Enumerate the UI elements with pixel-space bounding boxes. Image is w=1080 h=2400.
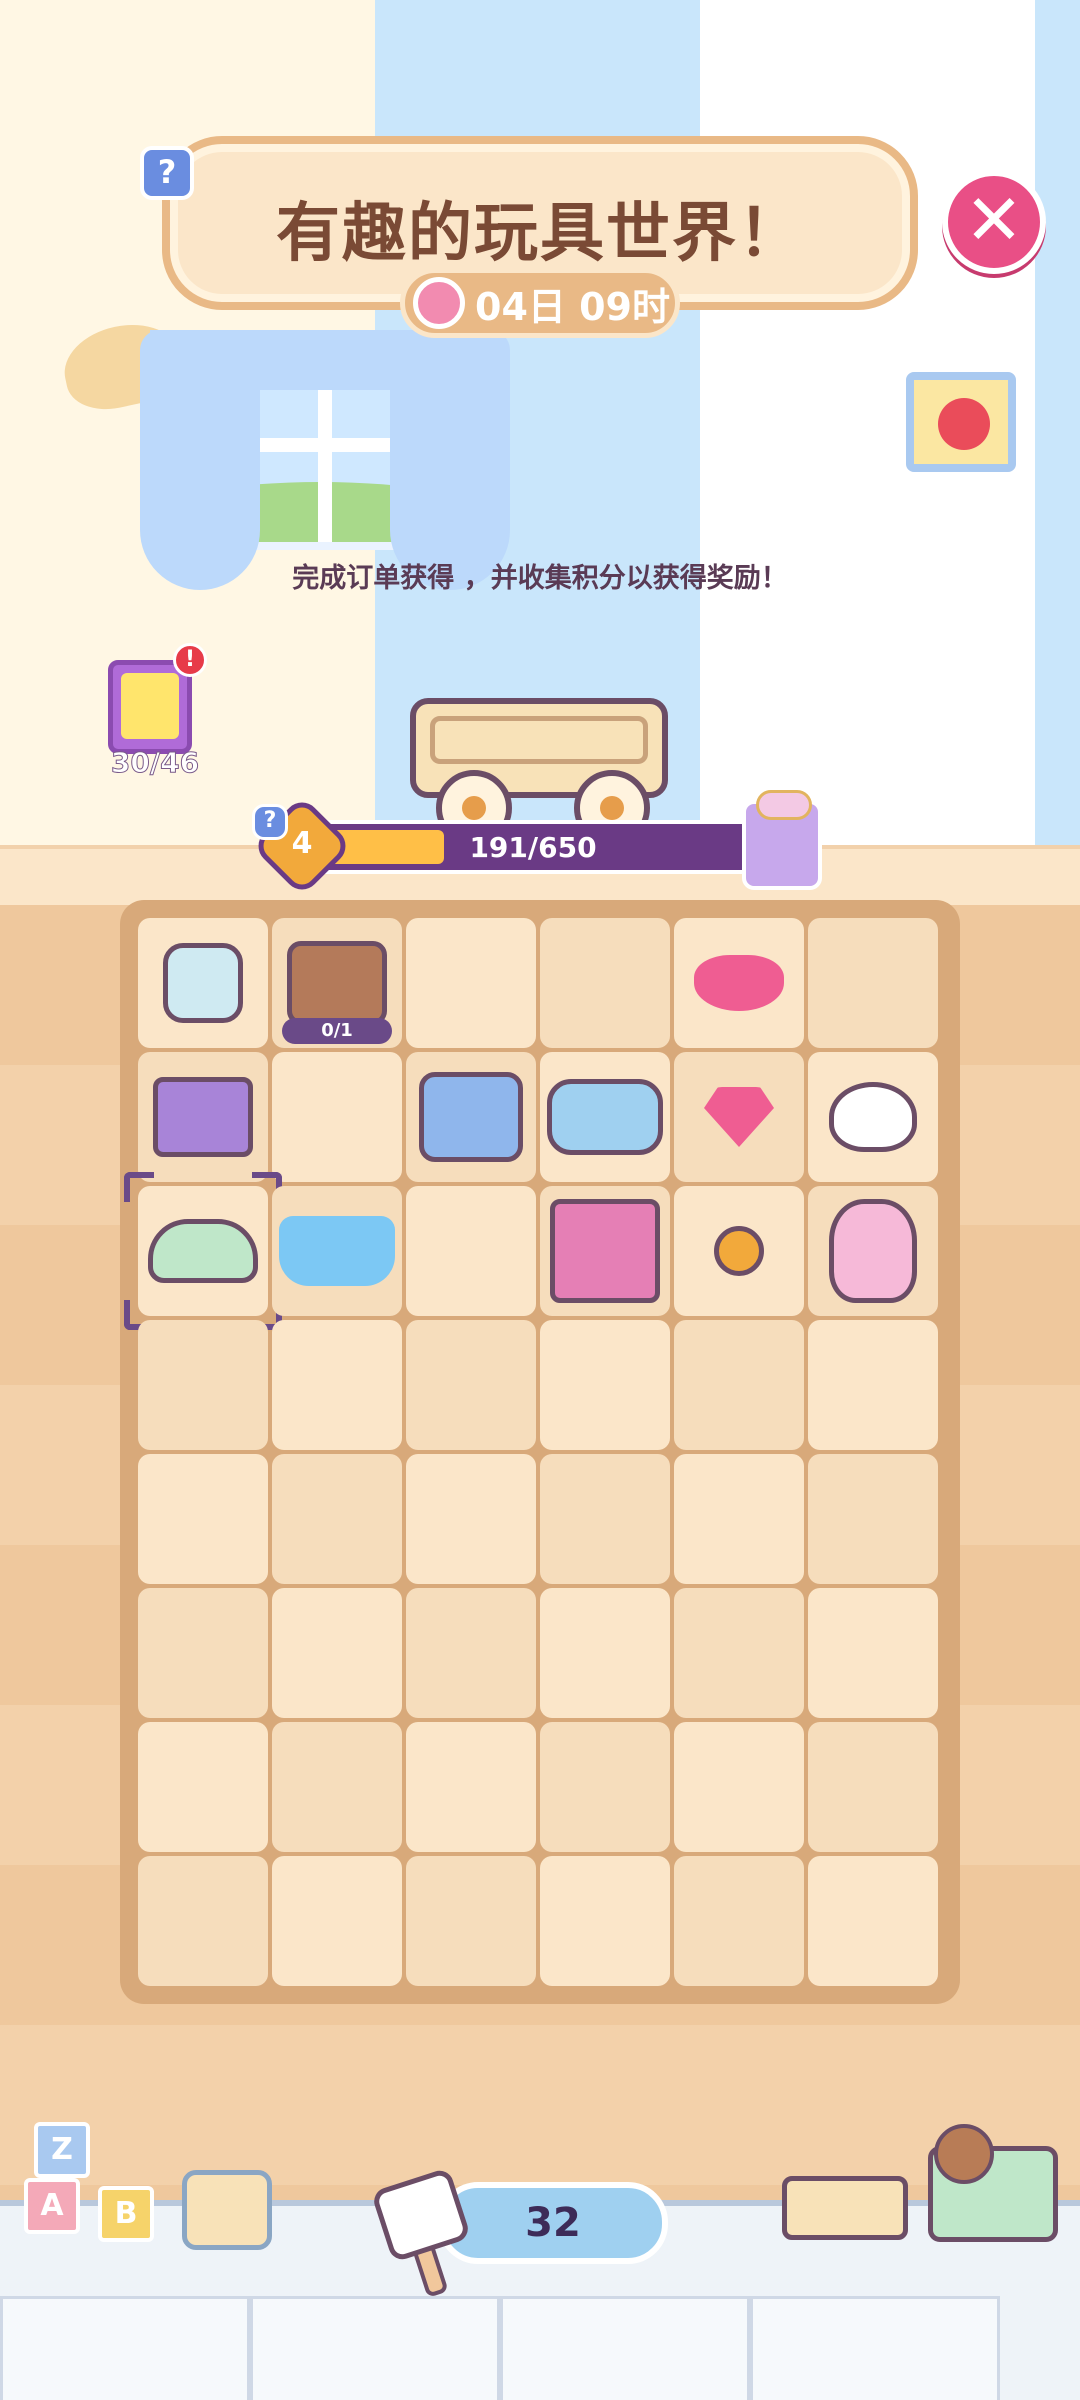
alert-badge: ! xyxy=(173,643,207,677)
board-cell[interactable] xyxy=(406,918,536,1048)
toy-car-icon[interactable] xyxy=(148,1219,258,1283)
board-cell[interactable] xyxy=(406,1722,536,1852)
board-cell[interactable] xyxy=(674,1186,804,1316)
teddy-bear-icon[interactable] xyxy=(829,1199,917,1303)
board-cell[interactable] xyxy=(138,1722,268,1852)
level-progress-text: 191/650 xyxy=(469,831,597,864)
toy-block-z: Z xyxy=(34,2122,90,2178)
board-cell[interactable]: 0/1 xyxy=(272,918,402,1048)
collection-count: 30/46 xyxy=(110,746,200,780)
bath-toy-icon[interactable] xyxy=(279,1216,395,1286)
page-title: 有趣的玩具世界！ xyxy=(276,197,804,271)
curtain-left xyxy=(140,330,260,590)
board-cell[interactable] xyxy=(808,1186,938,1316)
board-cell[interactable] xyxy=(138,1588,268,1718)
board-cell[interactable] xyxy=(808,1722,938,1852)
board-cell[interactable] xyxy=(272,1052,402,1182)
board-cell[interactable] xyxy=(406,1186,536,1316)
board-cell[interactable] xyxy=(808,1588,938,1718)
board-cell[interactable] xyxy=(406,1320,536,1450)
board-cell[interactable] xyxy=(138,1454,268,1584)
board-grid: 0/1 xyxy=(124,918,938,1986)
board-cell[interactable] xyxy=(540,1588,670,1718)
board-cell[interactable] xyxy=(138,1052,268,1182)
level-help-button[interactable]: ? xyxy=(252,804,288,840)
toy-bus-icon[interactable] xyxy=(547,1079,663,1155)
toy-bear-decoration xyxy=(934,2124,994,2184)
toy-block-b: B xyxy=(98,2186,154,2242)
board-cell[interactable] xyxy=(540,1722,670,1852)
board-cell[interactable] xyxy=(808,1320,938,1450)
toy-block-a: A xyxy=(24,2178,80,2234)
board-cell[interactable] xyxy=(808,918,938,1048)
apple-icon xyxy=(938,398,990,450)
producer-progress-tag: 0/1 xyxy=(282,1018,392,1044)
board-cell[interactable] xyxy=(124,1172,282,1330)
board-cell[interactable] xyxy=(272,1856,402,1986)
board-cell[interactable] xyxy=(406,1454,536,1584)
board-cell[interactable] xyxy=(406,1052,536,1182)
toy-train-decoration xyxy=(182,2170,272,2250)
toy-train-icon[interactable] xyxy=(419,1072,523,1162)
apple-picture-frame xyxy=(906,372,1016,472)
board-cell[interactable] xyxy=(540,1454,670,1584)
rubber-duck-icon[interactable] xyxy=(829,1082,917,1152)
collection-book-button[interactable]: ! xyxy=(108,643,207,754)
board-cell[interactable] xyxy=(540,1186,670,1316)
energy-coin-icon[interactable] xyxy=(714,1226,764,1276)
event-timer: 04日 09时 xyxy=(400,268,680,338)
board-cell[interactable] xyxy=(138,918,268,1048)
board-cell[interactable] xyxy=(406,1588,536,1718)
pink-gems-icon[interactable] xyxy=(694,955,784,1011)
board-cell[interactable] xyxy=(272,1588,402,1718)
board-cell[interactable] xyxy=(540,1856,670,1986)
hammer-counter[interactable]: 32 xyxy=(438,2182,668,2264)
board-cell[interactable] xyxy=(138,1856,268,1986)
board-cell[interactable] xyxy=(272,1186,402,1316)
close-button[interactable]: ✕ xyxy=(942,170,1046,274)
gift-box-reward[interactable] xyxy=(742,790,822,890)
board-cell[interactable] xyxy=(674,1856,804,1986)
board-cell[interactable] xyxy=(808,1052,938,1182)
board-cell[interactable] xyxy=(540,918,670,1048)
toy-chest-producer-icon[interactable] xyxy=(287,941,387,1025)
board-cell[interactable] xyxy=(272,1454,402,1584)
board-cell[interactable] xyxy=(540,1052,670,1182)
board-cell[interactable] xyxy=(808,1454,938,1584)
timer-text: 04日 09时 xyxy=(475,284,670,329)
curtain-right xyxy=(390,330,510,590)
board-cell[interactable] xyxy=(674,1588,804,1718)
star-icon xyxy=(121,673,179,739)
board-cell[interactable] xyxy=(272,1722,402,1852)
robot-toy-icon[interactable] xyxy=(163,943,243,1023)
pink-gem-icon[interactable] xyxy=(704,1087,774,1147)
merge-board: 0/1 xyxy=(120,900,960,2004)
board-cell[interactable] xyxy=(674,918,804,1048)
board-cell[interactable] xyxy=(272,1320,402,1450)
board-cell[interactable] xyxy=(540,1320,670,1450)
building-blocks-icon[interactable] xyxy=(153,1077,253,1157)
board-cell[interactable] xyxy=(138,1320,268,1450)
board-cell[interactable] xyxy=(674,1052,804,1182)
board-cell[interactable] xyxy=(406,1856,536,1986)
instruction-text: 完成订单获得 ，并收集积分以获得奖励！ xyxy=(292,563,788,594)
bow-icon xyxy=(756,790,812,820)
toy-truck-decoration xyxy=(782,2176,908,2240)
board-cell[interactable] xyxy=(674,1320,804,1450)
board-cell[interactable] xyxy=(674,1722,804,1852)
lego-bricks-icon[interactable] xyxy=(550,1199,660,1303)
level-progress-bar: 191/650 xyxy=(302,820,764,874)
clock-icon xyxy=(413,277,465,329)
board-cell[interactable] xyxy=(808,1856,938,1986)
event-help-button[interactable]: ? xyxy=(140,146,194,200)
board-cell[interactable] xyxy=(674,1454,804,1584)
